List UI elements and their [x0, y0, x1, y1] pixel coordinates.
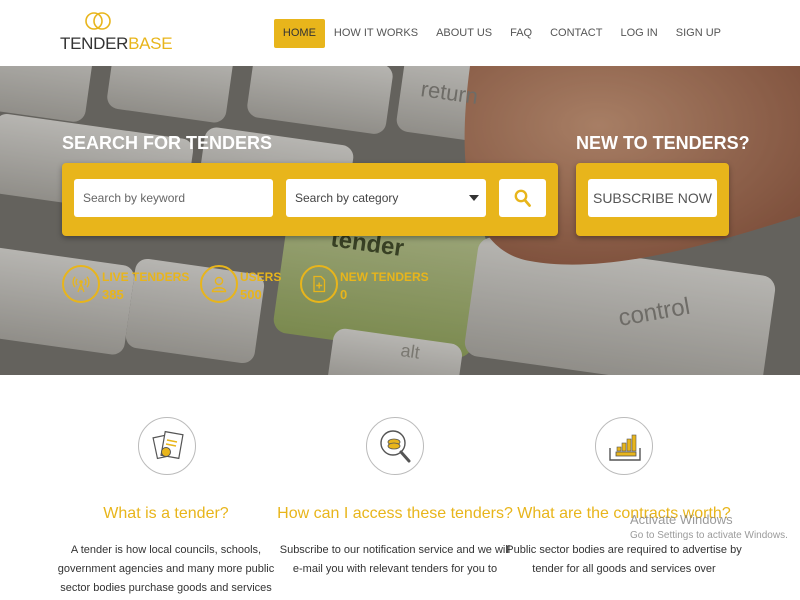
site-header: TENDERBASE HOME HOW IT WORKS ABOUT US FA… [0, 0, 800, 66]
logo-prefix: TENDER [60, 34, 129, 53]
watermark-line2: Go to Settings to activate Windows. [630, 530, 788, 541]
search-coins-icon-graphic [380, 430, 411, 463]
info-body: A tender is how local councils, schools,… [57, 544, 275, 594]
category-select[interactable]: Search by category [286, 179, 486, 217]
stat-value: 500 [240, 287, 262, 302]
documents-icon [138, 417, 196, 475]
stat-label: NEW TENDERS [340, 270, 429, 284]
caret-down-icon [469, 195, 479, 201]
main-nav: HOME HOW IT WORKS ABOUT US FAQ CONTACT L… [273, 19, 730, 48]
new-document-icon [313, 275, 326, 293]
logo[interactable]: TENDERBASE [60, 10, 173, 56]
activate-windows-watermark: Activate Windows Go to Settings to activ… [630, 512, 788, 541]
stat-value: 0 [340, 287, 348, 302]
stat-label: USERS [240, 270, 282, 284]
nav-how-it-works[interactable]: HOW IT WORKS [325, 19, 427, 48]
nav-contact[interactable]: CONTACT [541, 19, 611, 48]
nav-home[interactable]: HOME [273, 19, 325, 48]
info-section: What is a tender? A tender is how local … [0, 375, 800, 600]
keyword-search-input[interactable] [74, 179, 273, 217]
stat-label: LIVE TENDERS [102, 270, 190, 284]
stat-icon-circle [300, 265, 338, 303]
nav-log-in[interactable]: LOG IN [611, 19, 666, 48]
coin-stack-icon [595, 417, 653, 475]
logo-text: TENDERBASE [60, 34, 173, 54]
hero-banner: return tender control alt SEARCH FOR TEN… [0, 66, 800, 375]
stat-value: 385 [102, 287, 124, 302]
broadcast-icon [72, 276, 90, 293]
info-body: Public sector bodies are required to adv… [506, 544, 742, 575]
coin-stack-icon-graphic [609, 434, 641, 461]
subscribe-panel: SUBSCRIBE NOW [576, 163, 729, 236]
rings-logo-icon [85, 12, 111, 30]
documents-icon-graphic [152, 430, 184, 460]
logo-suffix: BASE [128, 34, 173, 53]
category-select-value: Search by category [295, 191, 399, 205]
nav-faq[interactable]: FAQ [501, 19, 541, 48]
search-title: SEARCH FOR TENDERS [62, 133, 273, 153]
search-button[interactable] [499, 179, 546, 217]
info-body: Subscribe to our notification service an… [279, 544, 511, 575]
user-icon [211, 276, 227, 293]
new-to-tenders-title: NEW TO TENDERS? [576, 133, 750, 153]
info-title: How can I access these tenders? [277, 505, 513, 522]
search-icon [514, 189, 531, 207]
stat-icon-circle [200, 265, 238, 303]
nav-sign-up[interactable]: SIGN UP [667, 19, 730, 48]
search-panel: Search by category [62, 163, 558, 236]
nav-about-us[interactable]: ABOUT US [427, 19, 501, 48]
stat-icon-circle [62, 265, 100, 303]
info-title: What is a tender? [103, 505, 229, 522]
watermark-line1: Activate Windows [630, 512, 733, 527]
search-coins-icon [366, 417, 424, 475]
subscribe-now-button[interactable]: SUBSCRIBE NOW [588, 179, 717, 217]
